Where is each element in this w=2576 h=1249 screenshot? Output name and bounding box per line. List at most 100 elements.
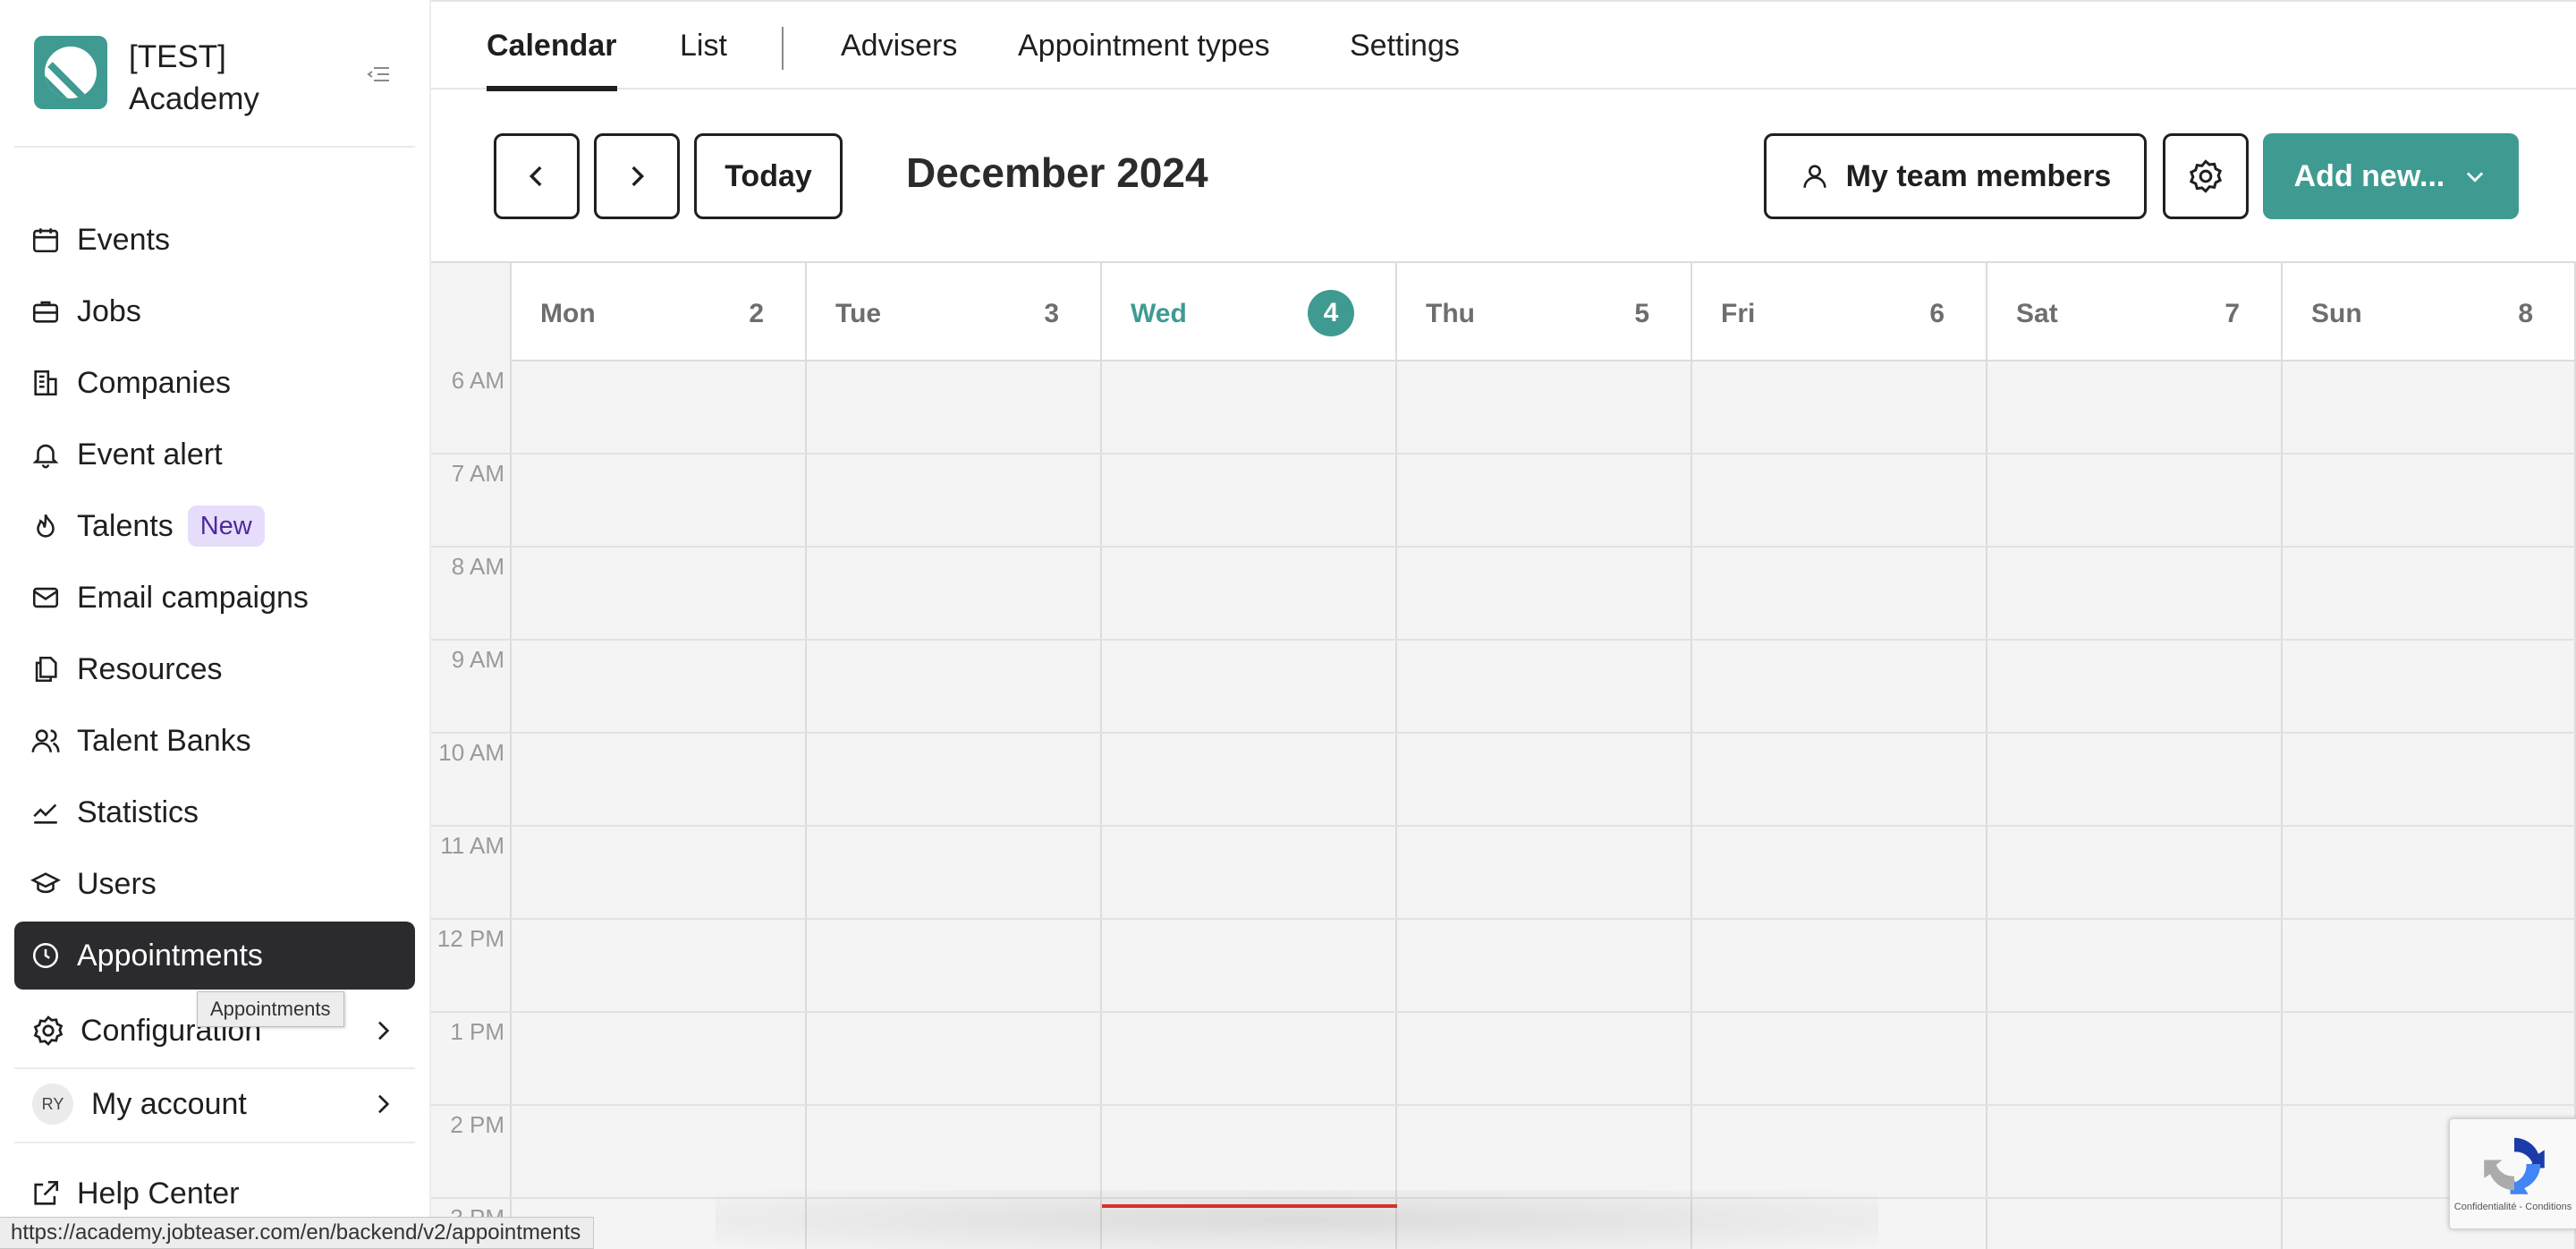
sidebar-nav: Events Jobs Companies Event alert Talent…: [14, 206, 415, 993]
current-time-indicator: [1102, 1204, 1397, 1208]
sidebar-item-appointments[interactable]: Appointments: [14, 922, 415, 990]
week-calendar: Mon 2 Tue 3 Wed 4 Thu 5 Fri 6 Sat 7 Sun …: [431, 261, 2576, 1249]
sidebar-item-label: Companies: [77, 365, 231, 400]
column-divider: [1395, 361, 1397, 1249]
previous-week-button[interactable]: [494, 133, 580, 219]
chart-line-icon: [33, 803, 57, 824]
chevron-down-icon: [2467, 172, 2484, 183]
hour-label: 2 PM: [450, 1111, 504, 1138]
day-header-mon[interactable]: Mon 2: [512, 263, 807, 361]
sidebar-item-jobs[interactable]: Jobs: [14, 277, 415, 345]
tab-list[interactable]: List: [680, 29, 727, 91]
hour-line: [431, 1104, 2576, 1106]
hour-line: [431, 639, 2576, 641]
tab-advisers[interactable]: Advisers: [841, 29, 957, 91]
day-name: Thu: [1426, 299, 1475, 328]
calendar-header: Mon 2 Tue 3 Wed 4 Thu 5 Fri 6 Sat 7 Sun …: [431, 261, 2576, 361]
my-team-members-button[interactable]: My team members: [1764, 133, 2147, 219]
column-divider: [1986, 361, 1987, 1249]
sidebar-item-talents[interactable]: Talents New: [14, 492, 415, 560]
day-number: 3: [1044, 299, 1059, 328]
tab-calendar[interactable]: Calendar: [487, 29, 617, 91]
brand-name-line1: [TEST]: [129, 39, 226, 74]
day-header-sun[interactable]: Sun 8: [2283, 263, 2576, 361]
my-team-members-label: My team members: [1845, 158, 2112, 193]
day-name: Wed: [1131, 299, 1187, 328]
add-new-button[interactable]: Add new...: [2263, 133, 2519, 219]
avatar: RY: [32, 1083, 73, 1125]
hour-label: 1 PM: [450, 1018, 504, 1045]
chevron-left-icon: [529, 166, 542, 187]
hour-label: 12 PM: [436, 925, 504, 952]
sidebar-item-label: Appointments: [77, 938, 263, 973]
chevron-right-icon: [378, 1021, 390, 1041]
sidebar-item-label: Event alert: [77, 437, 223, 472]
column-divider: [1100, 361, 1102, 1249]
sidebar-item-companies[interactable]: Companies: [14, 349, 415, 417]
sidebar-item-statistics[interactable]: Statistics: [14, 778, 415, 846]
brand-name-line2: Academy: [129, 81, 259, 116]
recaptcha-badge[interactable]: Confidentialité - Conditions: [2449, 1118, 2576, 1229]
day-name: Fri: [1721, 299, 1756, 328]
sidebar-item-my-account[interactable]: RY My account: [14, 1070, 415, 1138]
sidebar-item-label: Talent Banks: [77, 723, 251, 758]
day-number: 7: [2224, 299, 2240, 328]
sidebar-item-talent-banks[interactable]: Talent Banks: [14, 707, 415, 775]
hour-label: 10 AM: [438, 739, 504, 766]
hour-line: [431, 1197, 2576, 1199]
add-new-label: Add new...: [2293, 158, 2445, 193]
sidebar-item-label: Resources: [77, 651, 223, 686]
hour-line: [431, 732, 2576, 734]
day-header-fri[interactable]: Fri 6: [1692, 263, 1987, 361]
sidebar-item-resources[interactable]: Resources: [14, 635, 415, 703]
brand-name: [TEST] Academy: [129, 36, 259, 120]
sidebar-item-label: Email campaigns: [77, 580, 309, 615]
brand[interactable]: [TEST] Academy: [34, 36, 259, 120]
day-header-sat[interactable]: Sat 7: [1987, 263, 2283, 361]
sidebar-item-label: Statistics: [77, 794, 199, 829]
tab-settings[interactable]: Settings: [1350, 29, 1460, 91]
hour-line: [431, 546, 2576, 548]
hour-line: [431, 453, 2576, 455]
hour-label: 7 AM: [451, 460, 504, 487]
new-badge: New: [187, 506, 265, 547]
sidebar-item-users[interactable]: Users: [14, 850, 415, 918]
collapse-sidebar-icon[interactable]: [365, 61, 392, 88]
sidebar-item-email-campaigns[interactable]: Email campaigns: [14, 564, 415, 632]
column-divider: [1690, 361, 1692, 1249]
day-number: 6: [1929, 299, 1945, 328]
day-name: Mon: [540, 299, 596, 328]
day-header-wed[interactable]: Wed 4: [1102, 263, 1397, 361]
column-divider: [805, 361, 807, 1249]
time-grid[interactable]: 6 AM 7 AM 8 AM 9 AM 10 AM 11 AM 12 PM 1 …: [431, 361, 2576, 1249]
today-day-number: 4: [1308, 290, 1354, 336]
sidebar-item-event-alert[interactable]: Event alert: [14, 421, 415, 489]
clock-icon: [32, 942, 59, 969]
next-week-button[interactable]: [594, 133, 680, 219]
chevron-right-icon: [631, 166, 645, 187]
calendar-settings-button[interactable]: [2163, 133, 2249, 219]
briefcase-icon: [32, 301, 59, 323]
today-button[interactable]: Today: [694, 133, 843, 219]
bell-icon: [32, 444, 59, 469]
day-header-thu[interactable]: Thu 5: [1397, 263, 1692, 361]
calendar-icon: [32, 228, 59, 253]
sidebar-item-label: Users: [77, 866, 157, 901]
day-header-tue[interactable]: Tue 3: [807, 263, 1102, 361]
hour-line: [431, 918, 2576, 920]
sidebar-item-label: Talents: [77, 508, 174, 543]
day-name: Tue: [835, 299, 882, 328]
day-name: Sun: [2311, 299, 2362, 328]
hour-label: 8 AM: [451, 553, 504, 580]
top-tabs: Calendar List Advisers Appointment types…: [431, 0, 2576, 91]
day-number: 8: [2518, 299, 2533, 328]
sidebar-divider: [14, 1067, 415, 1069]
sidebar-item-events[interactable]: Events: [14, 206, 415, 274]
day-number: 5: [1634, 299, 1649, 328]
recaptcha-terms[interactable]: Confidentialité - Conditions: [2450, 1202, 2576, 1212]
building-icon: [34, 370, 57, 396]
time-gutter-header: [431, 263, 512, 361]
chevron-right-icon: [378, 1094, 390, 1114]
browser-status-url: https://academy.jobteaser.com/en/backend…: [0, 1217, 595, 1249]
tab-appointment-types[interactable]: Appointment types: [1018, 29, 1270, 91]
